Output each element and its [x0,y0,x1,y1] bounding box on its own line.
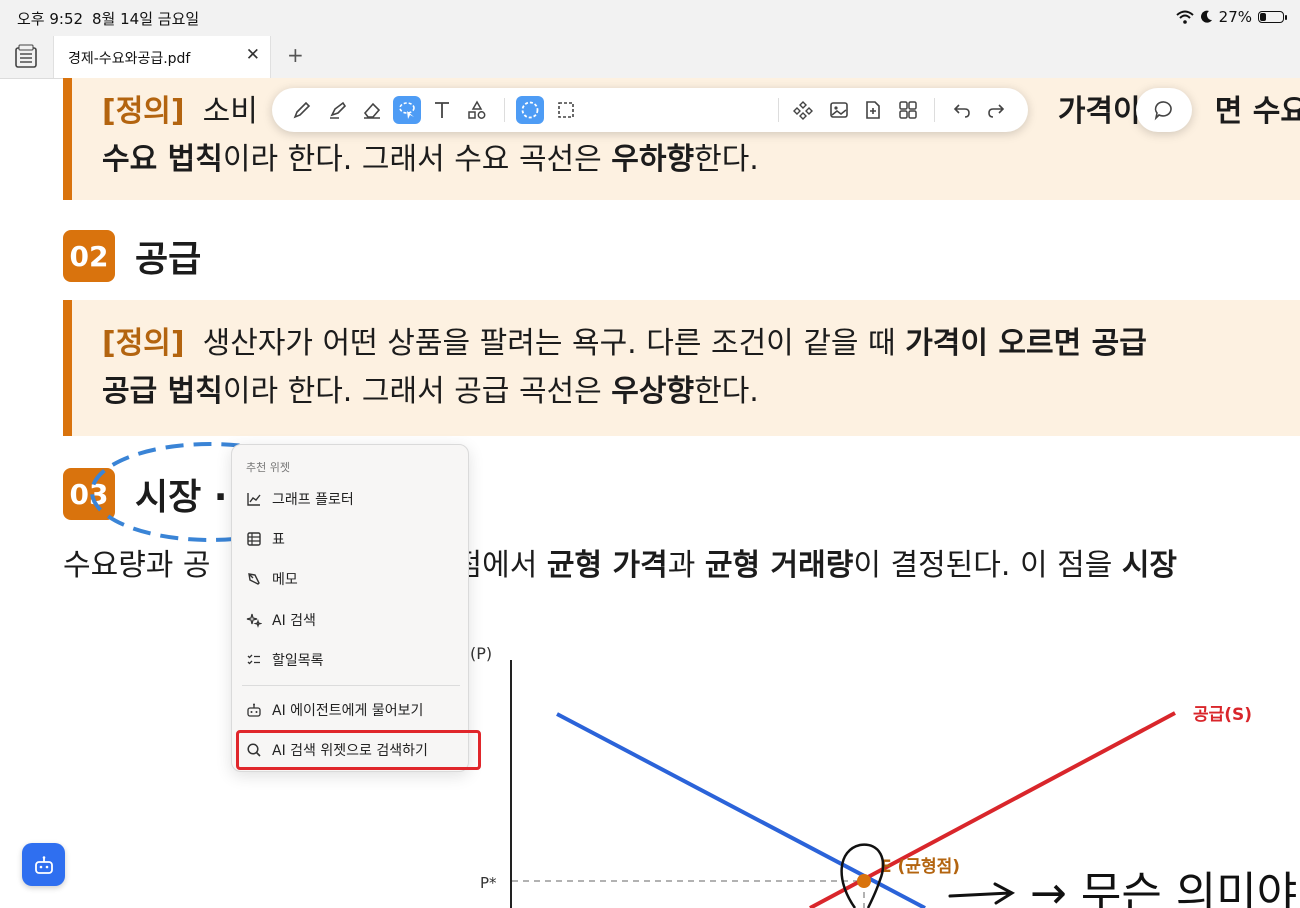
lasso-select-icon[interactable] [393,96,421,124]
callout-bold: 우상향 [611,374,695,409]
para-bold: 시장 [1121,548,1178,583]
para-bold: 균형 거래량 [704,548,854,583]
definition-tag: [정의] [102,94,185,129]
toolbar-divider [504,98,505,122]
tab-active-document[interactable]: 경제-수요와공급.pdf ✕ [53,36,271,78]
toolbar-divider [778,98,779,122]
document-canvas: [정의] 소비 가격이 오면 수요 수요 법칙이라 한다. 그래서 수요 곡선은 우… [0,78,1300,908]
menu-item-label: 그래프 플로터 [272,492,354,508]
para-text: 이 결정된다. 이 점을 [853,548,1122,583]
menu-header: 추천 위젯 [246,461,290,474]
menu-item-label: 할일목록 [272,653,324,669]
menu-item-ai-search[interactable]: AI 검색 [232,602,468,638]
tab-bar: 경제-수요와공급.pdf ✕ + [0,36,1300,79]
para-text: 수요량과 공 [63,548,211,583]
menu-item-table[interactable]: 표 [232,521,468,557]
pen-nib-icon [245,570,263,588]
ai-assistant-button[interactable] [22,843,65,886]
section-title: 공급 [135,239,202,280]
sparkle-icon [245,611,263,629]
para-text: 과 [667,548,705,583]
tab-title: 경제-수요와공급.pdf [68,51,191,67]
callout-bold: 수요 법칙 [102,142,223,177]
undo-icon[interactable] [948,96,976,124]
supply-definition-callout: [정의] 생산자가 어떤 상품을 팔려는 욕구. 다른 조건이 같을 때 가격이 … [63,300,1300,436]
callout-line-2: 공급 법칙이라 한다. 그래서 공급 곡선은 우상향한다. [102,368,1300,416]
callout-text: 생산자가 어떤 상품을 팔려는 욕구. 다른 조건이 같을 때 [202,326,906,361]
annotation-toolbar [272,88,1028,132]
menu-item-memo[interactable]: 메모 [232,561,468,597]
section-number-badge: 02 [63,230,115,282]
callout-line-2: 수요 법칙이라 한다. 그래서 수요 곡선은 우하향한다. [102,136,1300,184]
callout-bold: 공급 법칙 [102,374,223,409]
section-heading-market: 03 시장 · [63,468,227,520]
status-date: 8월 14일 금요일 [92,10,200,28]
add-page-icon[interactable] [859,96,887,124]
menu-item-label: AI 에이전트에게 물어보기 [272,703,424,719]
wifi-icon [1175,10,1194,24]
chat-bubble-icon [1154,101,1172,121]
table-icon [245,530,263,548]
menu-item-graph-plotter[interactable]: 그래프 플로터 [232,481,468,517]
section-title: 시장 · [135,477,228,518]
callout-text: 한다. [694,142,759,177]
highlight-annotation-box [236,730,481,770]
text-icon[interactable] [428,96,456,124]
section-heading-supply: 02 공급 [63,230,201,282]
lasso-circle-icon[interactable] [516,96,544,124]
eraser-icon[interactable] [358,96,386,124]
callout-text: 이라 한다. 그래서 수요 곡선은 [222,142,612,177]
robot-icon [245,701,263,719]
callout-bold: 면 수요 [1214,94,1300,129]
new-tab-button[interactable]: + [287,43,304,67]
menu-item-label: 표 [272,532,285,548]
section-number-badge: 03 [63,468,115,520]
rect-select-icon[interactable] [552,96,580,124]
pen-icon[interactable] [288,96,316,124]
grid-icon[interactable] [894,96,922,124]
callout-text: 한다. [694,374,759,409]
menu-divider [242,685,460,686]
para-bold: 균형 가격 [546,548,668,583]
battery-fill [1260,13,1266,21]
menu-item-ask-ai-agent[interactable]: AI 에이전트에게 물어보기 [232,692,468,728]
chat-button[interactable] [1136,88,1192,132]
highlighter-icon[interactable] [324,96,352,124]
robot-icon [34,855,53,874]
menu-item-todo-list[interactable]: 할일목록 [232,642,468,678]
close-icon[interactable]: ✕ [246,45,260,65]
callout-text: 이라 한다. 그래서 공급 곡선은 [222,374,612,409]
callout-line-1: [정의] 생산자가 어떤 상품을 팔려는 욕구. 다른 조건이 같을 때 가격이 … [102,320,1300,368]
definition-tag: [정의] [102,326,185,361]
callout-bold: 우하향 [611,142,695,177]
battery-percent: 27% [1218,8,1252,26]
redo-icon[interactable] [982,96,1010,124]
moon-icon [1200,10,1212,23]
battery-icon [1258,11,1287,23]
status-bar: 오후 9:52 8월 14일 금요일 27% [0,0,1300,36]
toolbar-divider [934,98,935,122]
menu-item-label: 메모 [272,572,298,588]
recommended-widgets-menu: 추천 위젯 그래프 플로터 표 메모 AI 검색 할일목록 AI 에이전트에게 … [231,444,469,772]
callout-text: 소비 [202,94,258,129]
checklist-icon [245,651,263,669]
image-icon[interactable] [825,96,853,124]
status-time: 오후 9:52 [17,10,84,28]
notebook-icon[interactable] [13,44,39,70]
widget-icon[interactable] [789,96,817,124]
callout-bold: 가격이 오르면 공급 [905,326,1147,361]
status-right: 27% [1175,8,1287,26]
shapes-icon[interactable] [463,96,491,124]
chart-line-icon [245,490,263,508]
menu-item-label: AI 검색 [272,613,316,629]
